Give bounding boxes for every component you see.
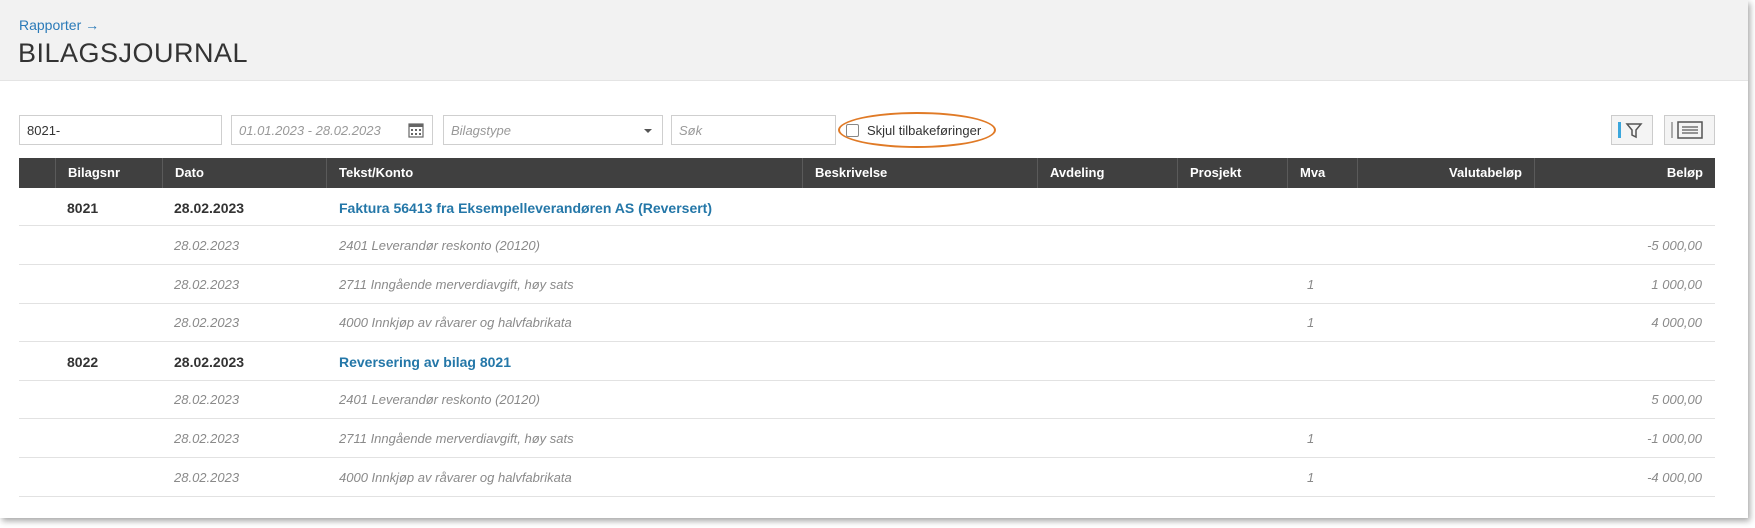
line-konto: 2401 Leverandør reskonto (20120) [339,392,540,407]
voucher-link[interactable]: Reversering av bilag 8021 [339,354,511,370]
line-belop: -1 000,00 [1647,431,1702,446]
col-beskrivelse[interactable]: Beskrivelse [802,158,1037,188]
chevron-down-icon [644,129,652,133]
breadcrumb-rapporter[interactable]: Rapporter → [19,17,99,33]
hide-reversals-label[interactable]: Skjul tilbakeføringer [867,123,981,138]
line-konto: 2401 Leverandør reskonto (20120) [339,238,540,253]
filter-icon [1618,122,1643,139]
line-belop: -5 000,00 [1647,238,1702,253]
col-mva[interactable]: Mva [1287,158,1357,188]
line-konto: 2711 Inngående merverdiavgift, høy sats [339,431,574,446]
table-header: Bilagsnr Dato Tekst/Konto Beskrivelse Av… [19,158,1715,188]
bilagstype-select[interactable]: Bilagstype [443,115,663,145]
dato-cell: 28.02.2023 [174,200,245,216]
line-dato: 28.02.2023 [174,315,240,330]
col-dato[interactable]: Dato [162,158,326,188]
line-mva: 1 [1307,277,1315,292]
search-input[interactable]: Søk [671,115,836,145]
col-avdeling[interactable]: Avdeling [1037,158,1177,188]
col-prosjekt[interactable]: Prosjekt [1177,158,1287,188]
page-header: Rapporter → BILAGSJOURNAL [0,0,1748,81]
line-belop: 1 000,00 [1651,277,1702,292]
list-view-icon [1671,121,1703,139]
voucher-row-8022[interactable]: 8022 28.02.2023 Reversering av bilag 802… [19,342,1715,381]
line-row: 28.02.2023 4000 Innkjøp av råvarer og ha… [19,458,1715,497]
line-row: 28.02.2023 2711 Inngående merverdiavgift… [19,419,1715,458]
line-konto: 2711 Inngående merverdiavgift, høy sats [339,277,574,292]
dato-cell: 28.02.2023 [174,354,245,370]
col-valutabelop[interactable]: Valutabeløp [1357,158,1534,188]
line-konto: 4000 Innkjøp av råvarer og halvfabrikata [339,470,572,485]
col-expander [19,158,55,188]
line-konto: 4000 Innkjøp av råvarer og halvfabrikata [339,315,572,330]
date-range-input[interactable]: 01.01.2023 - 28.02.2023 [231,115,433,145]
bilagsnr-cell: 8022 [67,354,99,370]
line-mva: 1 [1307,470,1315,485]
line-row: 28.02.2023 4000 Innkjøp av råvarer og ha… [19,304,1715,342]
line-dato: 28.02.2023 [174,431,240,446]
line-belop: 4 000,00 [1651,315,1702,330]
line-row: 28.02.2023 2711 Inngående merverdiavgift… [19,265,1715,304]
line-belop: -4 000,00 [1647,470,1702,485]
date-range-placeholder: 01.01.2023 - 28.02.2023 [239,122,381,138]
col-tekst-konto[interactable]: Tekst/Konto [326,158,802,188]
bilagstype-placeholder: Bilagstype [451,122,511,138]
bilagsnr-input[interactable]: 8021- [19,115,222,145]
voucher-row-8021[interactable]: 8021 28.02.2023 Faktura 56413 fra Eksemp… [19,188,1715,226]
calendar-icon[interactable] [408,122,424,138]
bilagsnr-value: 8021- [27,122,61,138]
line-row: 28.02.2023 2401 Leverandør reskonto (201… [19,381,1715,419]
line-mva: 1 [1307,315,1315,330]
bilagsnr-cell: 8021 [67,200,99,216]
column-settings-button[interactable] [1664,115,1715,145]
line-dato: 28.02.2023 [174,392,240,407]
line-row: 28.02.2023 2401 Leverandør reskonto (201… [19,226,1715,265]
page-title: BILAGSJOURNAL [18,38,249,68]
line-dato: 28.02.2023 [174,470,240,485]
col-belop[interactable]: Beløp [1534,158,1715,188]
search-placeholder: Søk [679,122,703,138]
hide-reversals-checkbox[interactable] [846,124,859,137]
line-mva: 1 [1307,431,1315,446]
line-dato: 28.02.2023 [174,277,240,292]
col-bilagsnr[interactable]: Bilagsnr [55,158,162,188]
filter-toggle-button[interactable] [1611,115,1653,145]
report-window: Rapporter → BILAGSJOURNAL 8021- 01.01.20… [0,0,1748,518]
voucher-link[interactable]: Faktura 56413 fra Eksempelleverandøren A… [339,200,712,216]
line-belop: 5 000,00 [1651,392,1702,407]
line-dato: 28.02.2023 [174,238,240,253]
